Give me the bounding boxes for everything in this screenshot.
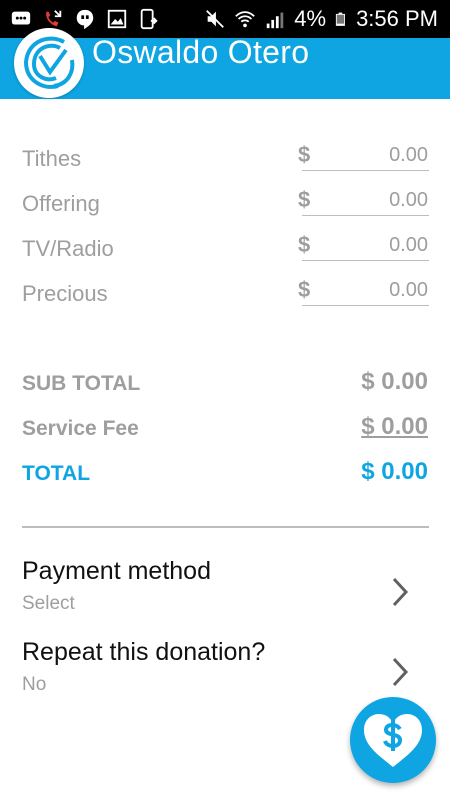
- tv-radio-amount-input[interactable]: 0.00: [302, 230, 429, 261]
- signal-icon: [267, 12, 284, 29]
- subtotal-value: $ 0.00: [361, 368, 428, 395]
- page-title: Oswaldo Otero: [92, 34, 310, 70]
- service-fee-label: Service Fee: [22, 417, 139, 440]
- amount-placeholder: 0.00: [389, 279, 428, 301]
- amount-placeholder: 0.00: [389, 144, 428, 166]
- clock: 3:56 PM: [356, 6, 438, 31]
- chevron-right-icon: [392, 577, 409, 607]
- repeat-donation-title: Repeat this donation?: [22, 638, 266, 666]
- amount-placeholder: 0.00: [389, 234, 428, 256]
- donation-label-precious: Precious: [22, 281, 108, 306]
- mute-icon: [206, 10, 225, 28]
- wifi-icon: [235, 11, 256, 28]
- notification-icons: [10, 8, 160, 30]
- heart-dollar-icon: [364, 714, 422, 767]
- chevron-right-icon: [392, 657, 409, 687]
- logo-icon: [23, 36, 75, 89]
- divider: [22, 526, 429, 528]
- precious-amount-input[interactable]: 0.00: [302, 275, 429, 306]
- gallery-icon: [107, 9, 127, 29]
- chat-icon: [11, 11, 31, 25]
- repeat-donation-value: No: [22, 674, 47, 695]
- payment-method-title: Payment method: [22, 557, 211, 585]
- donation-label-offering: Offering: [22, 191, 100, 216]
- device-icon: [140, 8, 158, 30]
- system-icons: 4% 3:56 PM: [204, 6, 438, 32]
- church-logo: [14, 28, 84, 98]
- subtotal-label: SUB TOTAL: [22, 372, 141, 395]
- battery-percent: 4%: [294, 6, 327, 31]
- missed-call-icon: [46, 10, 62, 27]
- hangouts-icon: [76, 9, 94, 30]
- donation-label-tithes: Tithes: [22, 146, 82, 171]
- total-value: $ 0.00: [361, 458, 428, 485]
- tithes-amount-input[interactable]: 0.00: [302, 140, 429, 171]
- donation-label-tv-radio: TV/Radio: [22, 236, 114, 261]
- battery-icon: [335, 12, 345, 26]
- offering-amount-input[interactable]: 0.00: [302, 185, 429, 216]
- amount-placeholder: 0.00: [389, 189, 428, 211]
- service-fee-value[interactable]: $ 0.00: [361, 413, 428, 441]
- total-label: TOTAL: [22, 462, 91, 485]
- donate-fab[interactable]: [350, 697, 436, 783]
- payment-method-value: Select: [22, 593, 75, 614]
